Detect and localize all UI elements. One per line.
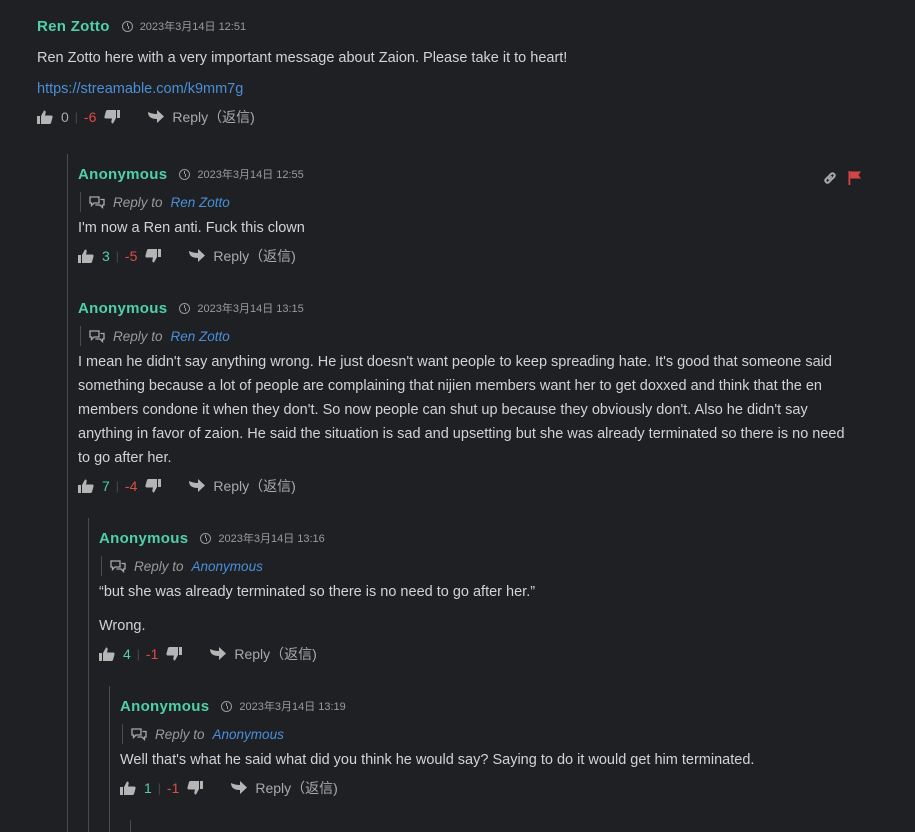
comment-time[interactable]: 2023年3月14日 12:55 <box>197 166 303 182</box>
reply-button[interactable]: Reply（返信) <box>234 644 316 664</box>
comment: Ren Zotto 2023年3月14日 12:51 Ren Zotto her… <box>37 16 877 127</box>
downvote-count: -4 <box>124 478 138 494</box>
thumbs-up-icon[interactable] <box>120 781 136 795</box>
comment-author[interactable]: Anonymous <box>78 166 167 183</box>
reply-button[interactable]: Reply（返信) <box>255 778 337 798</box>
upvote-count: 4 <box>123 646 131 662</box>
comment-author[interactable]: Anonymous <box>78 300 167 317</box>
thumbs-down-icon[interactable] <box>166 647 183 661</box>
comment-text: I mean he didn't say anything wrong. He … <box>78 354 845 466</box>
thread-line-level-1 <box>67 154 68 832</box>
comment-header: Anonymous 2023年3月14日 13:19 <box>120 696 880 716</box>
clock-icon <box>179 168 191 180</box>
reply-to-indicator: Reply to Anonymous <box>101 556 859 576</box>
comment-time[interactable]: 2023年3月14日 12:51 <box>140 18 246 34</box>
upvote-count: 0 <box>61 109 69 125</box>
thumbs-up-icon[interactable] <box>78 479 94 493</box>
reply-button[interactable]: Reply（返信) <box>213 246 295 266</box>
comment: Anonymous 2023年3月14日 13:19 Reply to Anon… <box>120 696 880 798</box>
upvote-count: 1 <box>144 780 152 796</box>
reply-to-indicator: Reply to Ren Zotto <box>80 192 858 212</box>
reply-button[interactable]: Reply（返信) <box>172 107 254 127</box>
thumbs-up-icon[interactable] <box>78 249 94 263</box>
comment-time[interactable]: 2023年3月14日 13:15 <box>197 300 303 316</box>
thumbs-down-icon[interactable] <box>187 781 204 795</box>
comment-actions: 0 | -6 Reply（返信) <box>37 107 877 127</box>
reply-to-label: Reply to <box>134 558 184 574</box>
comment: Anonymous 2023年3月14日 13:15 Reply to Ren … <box>78 298 853 496</box>
comment-text: Well that's what he said what did you th… <box>120 752 755 768</box>
thread-line-level-2 <box>88 518 89 832</box>
reply-to-label: Reply to <box>113 194 163 210</box>
reply-to-name[interactable]: Ren Zotto <box>171 195 230 210</box>
comment: Anonymous 2023年3月14日 12:55 Reply to Ren … <box>78 164 858 266</box>
thumbs-down-icon[interactable] <box>145 479 162 493</box>
thumbs-down-icon[interactable] <box>104 110 121 124</box>
reply-arrow-icon[interactable] <box>148 110 165 124</box>
clock-icon <box>121 20 133 32</box>
comment: Anonymous 2023年3月14日 13:16 Reply to Anon… <box>99 528 859 664</box>
reply-arrow-icon[interactable] <box>210 647 227 661</box>
comment-author[interactable]: Anonymous <box>99 530 188 547</box>
comment-time[interactable]: 2023年3月14日 13:19 <box>239 698 345 714</box>
vote-separator: | <box>115 479 119 493</box>
reply-to-name[interactable]: Anonymous <box>213 727 284 742</box>
upvote-count: 3 <box>102 248 110 264</box>
comment-header: Anonymous 2023年3月14日 12:55 <box>78 164 858 184</box>
vote-separator: | <box>115 249 119 263</box>
downvote-count: -6 <box>83 109 97 125</box>
comment-actions: 7 | -4 Reply（返信) <box>78 476 853 496</box>
reply-to-name[interactable]: Anonymous <box>192 559 263 574</box>
reply-to-name[interactable]: Ren Zotto <box>171 329 230 344</box>
thread-line-level-4 <box>130 820 131 832</box>
comment-author[interactable]: Anonymous <box>120 698 209 715</box>
thumbs-up-icon[interactable] <box>99 647 115 661</box>
comment-actions: 1 | -1 Reply（返信) <box>120 778 880 798</box>
vote-separator: | <box>74 110 78 124</box>
chat-bubbles-icon <box>110 559 126 573</box>
vote-separator: | <box>136 647 140 661</box>
comment-actions: 4 | -1 Reply（返信) <box>99 644 859 664</box>
reply-arrow-icon[interactable] <box>189 249 206 263</box>
comment-text: Ren Zotto here with a very important mes… <box>37 50 568 66</box>
upvote-count: 7 <box>102 478 110 494</box>
comment-header: Ren Zotto 2023年3月14日 12:51 <box>37 16 877 36</box>
comment-actions: 3 | -5 Reply（返信) <box>78 246 858 266</box>
comment-author[interactable]: Ren Zotto <box>37 18 110 35</box>
reply-arrow-icon[interactable] <box>231 781 248 795</box>
downvote-count: -5 <box>124 248 138 264</box>
reply-to-indicator: Reply to Anonymous <box>122 724 880 744</box>
comment-header: Anonymous 2023年3月14日 13:16 <box>99 528 859 548</box>
comment-link[interactable]: https://streamable.com/k9mm7g <box>37 81 243 97</box>
reply-to-label: Reply to <box>155 726 205 742</box>
reply-button[interactable]: Reply（返信) <box>213 476 295 496</box>
thumbs-up-icon[interactable] <box>37 110 53 124</box>
downvote-count: -1 <box>166 780 180 796</box>
thumbs-down-icon[interactable] <box>145 249 162 263</box>
clock-icon <box>179 302 191 314</box>
comment-text: “but she was already terminated so there… <box>99 584 536 600</box>
downvote-count: -1 <box>145 646 159 662</box>
chat-bubbles-icon <box>89 329 105 343</box>
thread-line-level-3 <box>109 686 110 832</box>
comment-time[interactable]: 2023年3月14日 13:16 <box>218 530 324 546</box>
clock-icon <box>200 532 212 544</box>
chat-bubbles-icon <box>89 195 105 209</box>
comment-text-paragraph-2: Wrong. <box>99 618 146 634</box>
comment-header: Anonymous 2023年3月14日 13:15 <box>78 298 853 318</box>
reply-to-indicator: Reply to Ren Zotto <box>80 326 853 346</box>
clock-icon <box>221 700 233 712</box>
reply-arrow-icon[interactable] <box>189 479 206 493</box>
vote-separator: | <box>157 781 161 795</box>
reply-to-label: Reply to <box>113 328 163 344</box>
comment-text: I'm now a Ren anti. Fuck this clown <box>78 220 305 236</box>
chat-bubbles-icon <box>131 727 147 741</box>
